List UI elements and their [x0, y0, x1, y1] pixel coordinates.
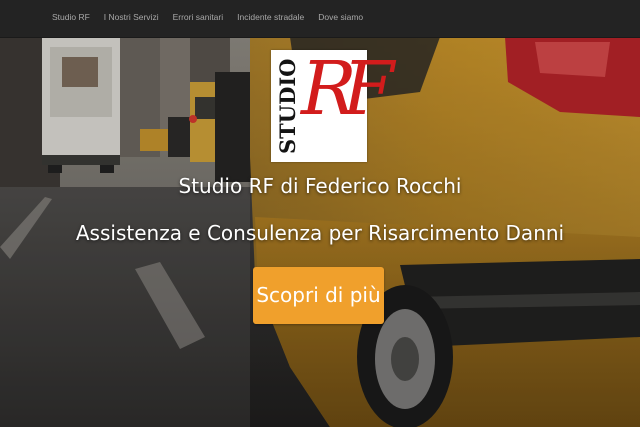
nav-item-dove-siamo[interactable]: Dove siamo — [318, 12, 363, 22]
hero-title: Studio RF di Federico Rocchi — [178, 174, 462, 198]
nav-item-servizi[interactable]: I Nostri Servizi — [104, 12, 159, 22]
nav-item-studio-rf[interactable]: Studio RF — [52, 12, 90, 22]
nav-menu: Studio RF I Nostri Servizi Errori sanita… — [52, 12, 377, 22]
page: Studio RF I Nostri Servizi Errori sanita… — [0, 0, 640, 427]
nav-item-incidente-stradale[interactable]: Incidente stradale — [237, 12, 304, 22]
hero-subtitle: Assistenza e Consulenza per Risarcimento… — [75, 221, 565, 245]
discover-more-button[interactable]: Scopri di più — [253, 267, 384, 324]
top-navbar: Studio RF I Nostri Servizi Errori sanita… — [0, 0, 640, 38]
logo-rf-monogram: RF — [301, 46, 394, 132]
nav-item-errori-sanitari[interactable]: Errori sanitari — [173, 12, 224, 22]
studio-rf-logo[interactable]: STUDIO RF — [271, 50, 394, 162]
logo-studio-text: STUDIO — [275, 58, 300, 154]
